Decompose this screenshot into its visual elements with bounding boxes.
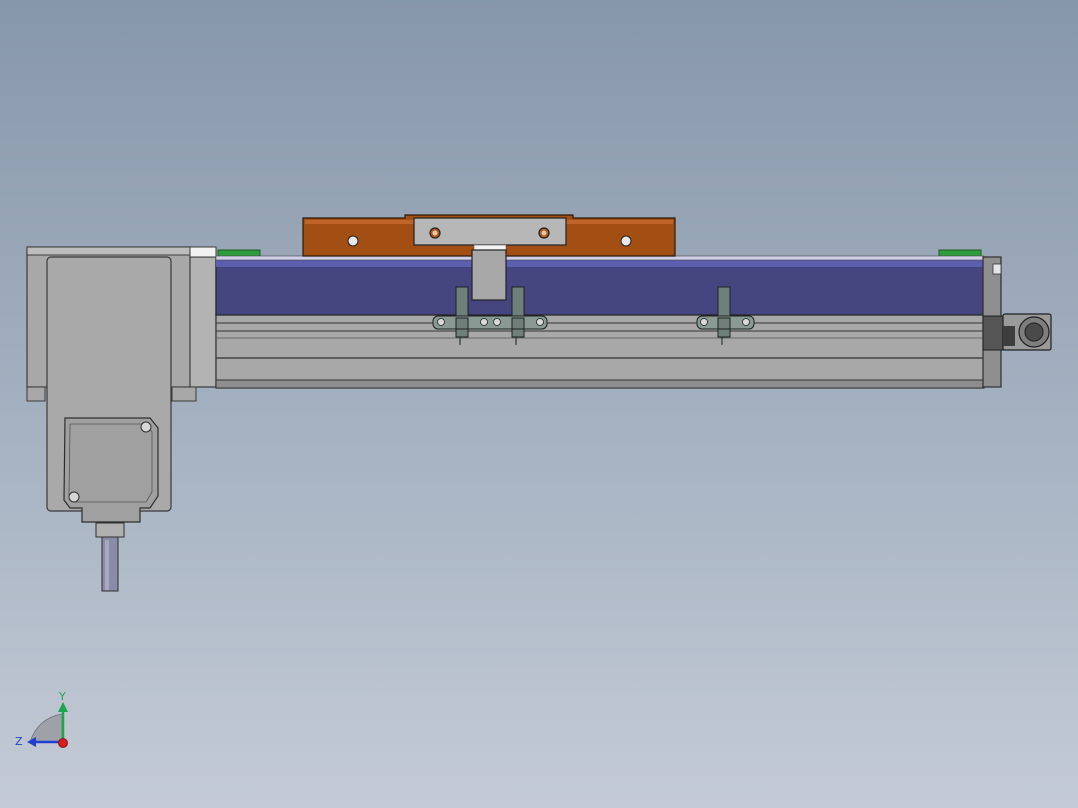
- carriage-screw-4: [620, 235, 632, 247]
- orientation-triad: Y Z: [15, 690, 68, 748]
- motor-flange-lip: [26, 246, 193, 256]
- endcap-knob-center: [1024, 322, 1044, 342]
- motor-cable-highlight: [105, 540, 109, 590]
- triad-x-axis: [58, 738, 68, 748]
- rail-profile-lower: [215, 313, 985, 389]
- triad-y-arrow: [58, 702, 68, 712]
- rail-dust-cover: [215, 258, 985, 316]
- encoder-screw-top: [140, 421, 152, 433]
- graphics-viewport[interactable]: Y Z: [0, 0, 1078, 808]
- endcap-small-square: [992, 263, 1002, 275]
- triad-y-label: Y: [58, 690, 66, 703]
- encoder-housing: [63, 417, 159, 523]
- carriage-white-spacer: [473, 244, 507, 251]
- motor-cable: [101, 536, 119, 592]
- motor-assembly[interactable]: [26, 246, 217, 592]
- motor-coupling-top: [189, 246, 217, 258]
- motor-coupling-block: [189, 256, 217, 388]
- carriage-screw-1: [347, 235, 359, 247]
- triad-z-label: Z: [15, 735, 23, 748]
- cable-gland: [95, 522, 125, 538]
- endcap-shaft: [982, 315, 1006, 351]
- carriage-screw-3-inner: [541, 230, 547, 236]
- rail-bottom-strip: [215, 379, 985, 389]
- carriage-slider-tab: [471, 249, 507, 301]
- rail-body[interactable]: [215, 249, 985, 389]
- carriage-screw-2-inner: [432, 230, 438, 236]
- right-endcap[interactable]: [982, 256, 1052, 388]
- encoder-screw-bottom: [68, 491, 80, 503]
- sensor-plate-a: [432, 315, 548, 330]
- motor-base-tab-left: [26, 386, 46, 402]
- motor-base-tab-right: [171, 386, 197, 402]
